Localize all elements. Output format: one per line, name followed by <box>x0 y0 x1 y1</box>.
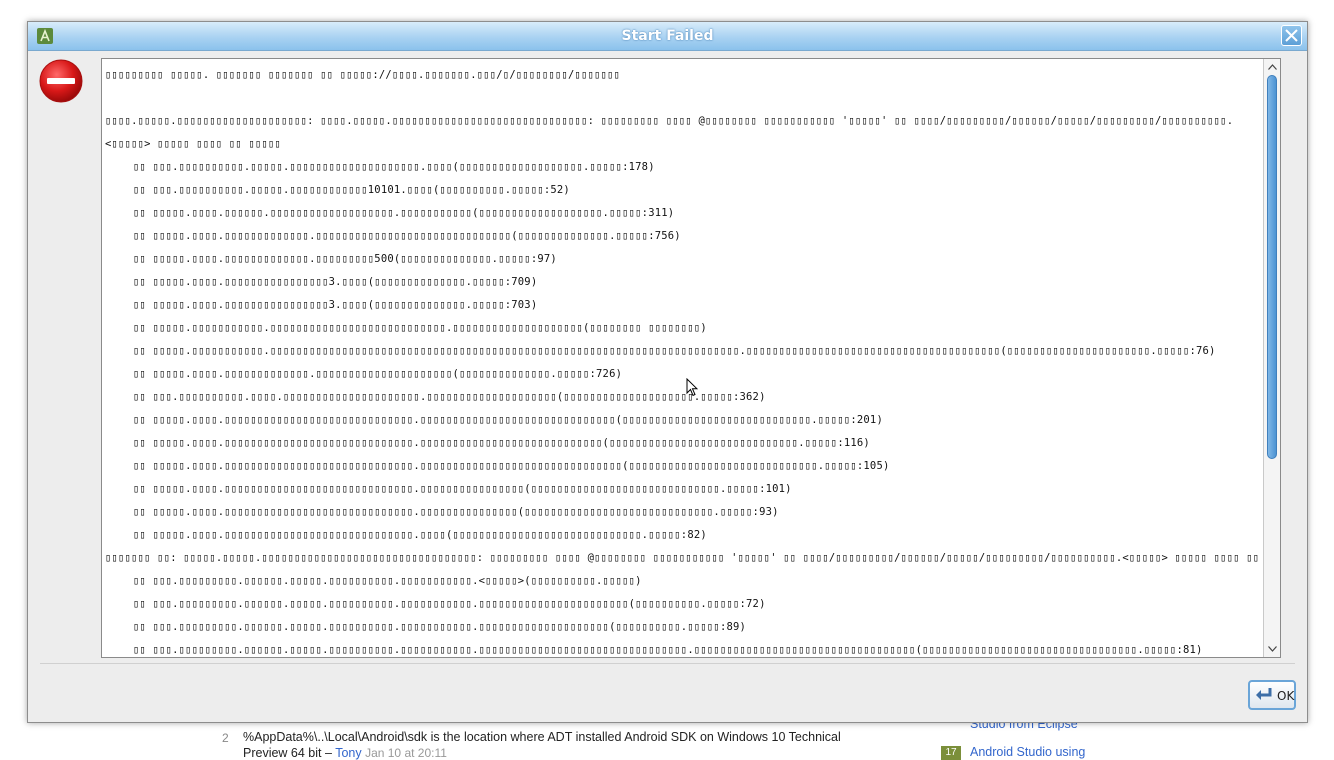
stack-trace-line: ▯▯▯▯▯▯▯▯▯ ▯▯▯▯▯. ▯▯▯▯▯▯▯ ▯▯▯▯▯▯▯ ▯▯ ▯▯▯▯… <box>105 69 621 81</box>
comment-text: %AppData%\..\Local\Android\sdk is the lo… <box>243 730 841 744</box>
stack-trace-line: ▯▯ ▯▯▯▯▯.▯▯▯▯.▯▯▯▯▯▯▯▯▯▯▯▯▯▯▯▯3.▯▯▯▯(▯▯▯… <box>133 276 538 288</box>
comment-score: 2 <box>222 731 229 745</box>
related-link-2[interactable]: Android Studio using <box>970 745 1085 759</box>
close-button[interactable] <box>1281 25 1302 46</box>
dialog-title: Start Failed <box>621 28 714 44</box>
divider <box>40 663 1295 664</box>
stack-trace-line: ▯▯ ▯▯▯▯▯.▯▯▯▯.▯▯▯▯▯▯▯▯▯▯▯▯▯▯▯▯▯▯▯▯▯▯▯▯▯▯… <box>133 414 883 426</box>
stack-trace-line: ▯▯ ▯▯▯▯▯.▯▯▯▯.▯▯▯▯▯▯.▯▯▯▯▯▯▯▯▯▯▯▯▯▯▯▯▯▯▯… <box>133 207 675 219</box>
scrollbar-thumb[interactable] <box>1267 75 1277 459</box>
stack-trace-line: ▯▯▯▯.▯▯▯▯▯.▯▯▯▯▯▯▯▯▯▯▯▯▯▯▯▯▯▯▯▯: ▯▯▯▯.▯▯… <box>105 115 1234 150</box>
stack-trace-line: ▯▯ ▯▯▯.▯▯▯▯▯▯▯▯▯▯.▯▯▯▯▯.▯▯▯▯▯▯▯▯▯▯▯▯1010… <box>133 184 570 196</box>
stack-trace-line: ▯▯ ▯▯▯▯▯.▯▯▯▯.▯▯▯▯▯▯▯▯▯▯▯▯▯.▯▯▯▯▯▯▯▯▯500… <box>133 253 557 265</box>
stack-trace-line: ▯▯ ▯▯▯▯▯.▯▯▯▯.▯▯▯▯▯▯▯▯▯▯▯▯▯▯▯▯▯▯▯▯▯▯▯▯▯▯… <box>133 483 792 495</box>
scroll-up-arrow-icon[interactable] <box>1264 59 1280 75</box>
error-icon <box>39 59 83 103</box>
stack-trace-line: ▯▯ ▯▯▯▯▯.▯▯▯▯.▯▯▯▯▯▯▯▯▯▯▯▯▯.▯▯▯▯▯▯▯▯▯▯▯▯… <box>133 230 681 242</box>
stack-trace-line: ▯▯ ▯▯▯▯▯.▯▯▯▯.▯▯▯▯▯▯▯▯▯▯▯▯▯▯▯▯3.▯▯▯▯(▯▯▯… <box>133 299 538 311</box>
vertical-scrollbar[interactable] <box>1263 59 1280 657</box>
stack-trace-line: ▯▯ ▯▯▯.▯▯▯▯▯▯▯▯▯▯.▯▯▯▯▯.▯▯▯▯▯▯▯▯▯▯▯▯▯▯▯▯… <box>133 161 655 173</box>
start-failed-dialog: Start Failed ▯▯▯▯▯▯▯▯▯ ▯▯▯▯▯. ▯▯▯▯▯▯▯ ▯▯ <box>27 21 1308 723</box>
mouse-cursor-icon <box>686 377 699 397</box>
stack-trace-line: ▯▯ ▯▯▯▯▯.▯▯▯▯▯▯▯▯▯▯▯.▯▯▯▯▯▯▯▯▯▯▯▯▯▯▯▯▯▯▯… <box>133 345 1216 357</box>
stack-trace-line: ▯▯ ▯▯▯▯▯.▯▯▯▯▯▯▯▯▯▯▯.▯▯▯▯▯▯▯▯▯▯▯▯▯▯▯▯▯▯▯… <box>133 322 707 334</box>
stack-trace-line: ▯▯ ▯▯▯.▯▯▯▯▯▯▯▯▯.▯▯▯▯▯▯.▯▯▯▯▯.▯▯▯▯▯▯▯▯▯▯… <box>133 644 1203 656</box>
stack-trace-text: ▯▯▯▯▯▯▯▯▯ ▯▯▯▯▯. ▯▯▯▯▯▯▯ ▯▯▯▯▯▯▯ ▯▯ ▯▯▯▯… <box>105 64 1281 657</box>
stack-trace-line <box>105 87 1255 110</box>
stack-trace-line: ▯▯ ▯▯▯.▯▯▯▯▯▯▯▯▯▯.▯▯▯▯.▯▯▯▯▯▯▯▯▯▯▯▯▯▯▯▯▯… <box>133 391 766 403</box>
stack-trace-line: ▯▯ ▯▯▯▯▯.▯▯▯▯.▯▯▯▯▯▯▯▯▯▯▯▯▯.▯▯▯▯▯▯▯▯▯▯▯▯… <box>133 368 623 380</box>
stack-trace-line: ▯▯ ▯▯▯.▯▯▯▯▯▯▯▯▯.▯▯▯▯▯▯.▯▯▯▯▯.▯▯▯▯▯▯▯▯▯▯… <box>133 621 747 633</box>
stack-trace-line: ▯▯ ▯▯▯.▯▯▯▯▯▯▯▯▯.▯▯▯▯▯▯.▯▯▯▯▯.▯▯▯▯▯▯▯▯▯▯… <box>133 598 766 610</box>
stack-trace-line: ▯▯▯▯▯▯▯ ▯▯: ▯▯▯▯▯.▯▯▯▯▯.▯▯▯▯▯▯▯▯▯▯▯▯▯▯▯▯… <box>105 552 1281 564</box>
stack-trace-line: ▯▯ ▯▯▯▯▯.▯▯▯▯.▯▯▯▯▯▯▯▯▯▯▯▯▯▯▯▯▯▯▯▯▯▯▯▯▯▯… <box>133 460 890 472</box>
title-bar[interactable]: Start Failed <box>28 22 1307 51</box>
stack-trace-line: ▯▯ ▯▯▯▯▯.▯▯▯▯.▯▯▯▯▯▯▯▯▯▯▯▯▯▯▯▯▯▯▯▯▯▯▯▯▯▯… <box>133 529 707 541</box>
scroll-down-arrow-icon[interactable] <box>1264 641 1280 657</box>
ok-button[interactable]: OK <box>1248 680 1296 710</box>
stack-trace-line: ▯▯ ▯▯▯▯▯.▯▯▯▯.▯▯▯▯▯▯▯▯▯▯▯▯▯▯▯▯▯▯▯▯▯▯▯▯▯▯… <box>133 506 779 518</box>
stack-trace-line: ▯▯ ▯▯▯▯▯.▯▯▯▯.▯▯▯▯▯▯▯▯▯▯▯▯▯▯▯▯▯▯▯▯▯▯▯▯▯▯… <box>133 437 870 449</box>
stack-trace-line: ▯▯ ▯▯▯.▯▯▯▯▯▯▯▯▯.▯▯▯▯▯▯.▯▯▯▯▯.▯▯▯▯▯▯▯▯▯▯… <box>133 575 642 587</box>
stack-trace-textarea[interactable]: ▯▯▯▯▯▯▯▯▯ ▯▯▯▯▯. ▯▯▯▯▯▯▯ ▯▯▯▯▯▯▯ ▯▯ ▯▯▯▯… <box>101 58 1281 658</box>
ok-button-label: OK <box>1277 689 1295 703</box>
